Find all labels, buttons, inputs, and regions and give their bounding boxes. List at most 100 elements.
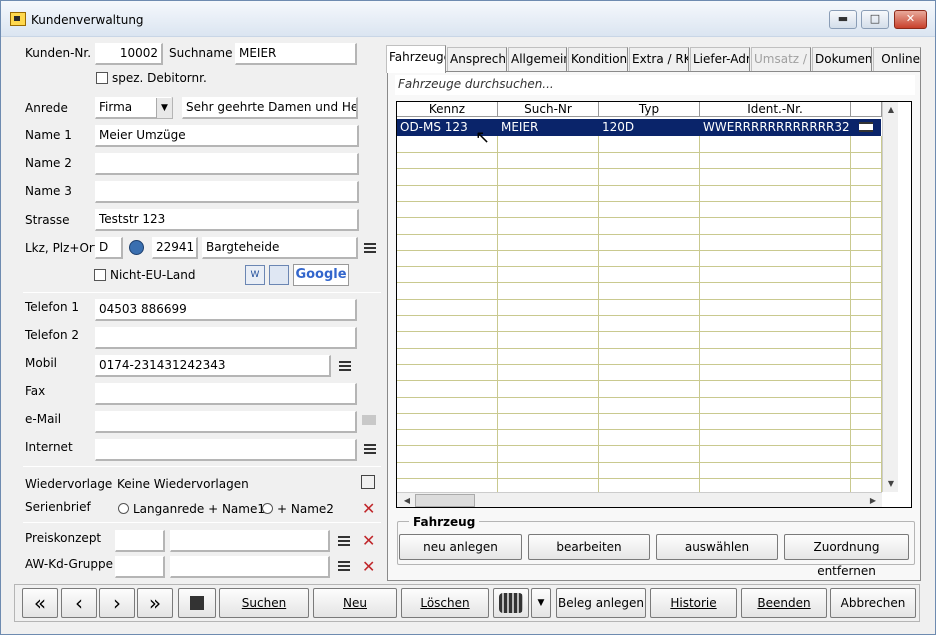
list-icon[interactable] — [859, 122, 873, 132]
tab-konditionen[interactable]: Konditione — [568, 47, 628, 71]
globe-icon[interactable] — [129, 240, 144, 255]
divider — [23, 466, 381, 467]
beenden-button[interactable]: Beenden — [741, 588, 827, 618]
historie-button[interactable]: Historie — [650, 588, 737, 618]
tab-online[interactable]: Online — [873, 47, 921, 71]
table-row[interactable]: OD-MS 123 MEIER 120D WWERRRRRRRRRRRR32 B — [397, 119, 892, 136]
list-icon[interactable] — [364, 444, 376, 454]
scroll-up-icon[interactable]: ▲ — [883, 102, 899, 118]
plz-field[interactable]: 22941 — [152, 237, 198, 259]
preiskonzept-name-field[interactable] — [170, 530, 330, 552]
remove-assignment-button[interactable]: Zuordnung entfernen — [784, 534, 909, 578]
delete-icon[interactable]: ✕ — [362, 559, 375, 575]
name1-label: Name 1 — [25, 128, 72, 142]
google-button[interactable]: Google — [293, 264, 349, 286]
email-field[interactable] — [95, 411, 357, 433]
delete-icon[interactable]: ✕ — [362, 501, 375, 517]
list-icon[interactable] — [364, 243, 376, 253]
name2-radio-label: + Name2 — [277, 502, 334, 516]
cell-typ: 120D — [602, 120, 635, 134]
calendar-icon[interactable] — [361, 475, 375, 489]
scroll-down-icon[interactable]: ▼ — [883, 476, 899, 492]
langanrede-radio[interactable] — [118, 503, 129, 514]
edit-vehicle-button[interactable]: bearbeiten — [528, 534, 650, 560]
anrede-value: Firma — [99, 100, 133, 114]
spez-debitor-checkbox[interactable] — [96, 72, 108, 84]
strasse-field[interactable]: Teststr 123 — [95, 209, 359, 231]
ort-field[interactable]: Bargteheide — [202, 237, 358, 259]
suchname-label: Suchname — [169, 46, 233, 60]
word-icon[interactable]: W — [245, 265, 265, 285]
name3-label: Name 3 — [25, 184, 72, 198]
awkd-name-field[interactable] — [170, 556, 330, 578]
last-record-button[interactable]: » — [137, 588, 173, 618]
maximize-button[interactable]: □ — [861, 10, 889, 29]
scroll-thumb[interactable] — [415, 494, 475, 507]
select-vehicle-button[interactable]: auswählen — [656, 534, 778, 560]
save-button[interactable] — [178, 588, 216, 618]
tab-fahrzeuge[interactable]: Fahrzeuge — [386, 45, 446, 73]
telefon2-field[interactable] — [95, 327, 357, 349]
tab-extra-rki[interactable]: Extra / RKI — [629, 47, 689, 71]
tab-dokumente[interactable]: Dokument — [812, 47, 872, 71]
column-header-kennz[interactable]: Kennz — [397, 102, 498, 117]
telefon1-label: Telefon 1 — [25, 300, 80, 314]
cell-ident: WWERRRRRRRRRRRR32 — [703, 120, 849, 134]
nicht-eu-checkbox[interactable] — [94, 269, 106, 281]
kunden-nr-label: Kunden-Nr. — [25, 46, 92, 60]
tab-ansprechpartner[interactable]: Ansprechp — [447, 47, 507, 71]
list-icon[interactable] — [339, 361, 351, 371]
name1-field[interactable]: Meier Umzüge — [95, 125, 359, 147]
column-header-such-nr[interactable]: Such-Nr — [498, 102, 599, 117]
email-label: e-Mail — [25, 412, 62, 426]
horizontal-scrollbar[interactable]: ◀ ▶ — [397, 492, 882, 507]
search-button[interactable]: Suchen — [219, 588, 309, 618]
kunden-nr-field[interactable]: 10002 — [95, 43, 163, 65]
mail-icon[interactable] — [362, 415, 376, 425]
column-header-ident-nr[interactable]: Ident.-Nr. — [700, 102, 851, 117]
tab-liefer-adr[interactable]: Liefer-Adr — [690, 47, 750, 71]
beleg-anlegen-button[interactable]: Beleg anlegen — [556, 588, 646, 618]
previous-record-button[interactable]: ‹ — [61, 588, 97, 618]
preiskonzept-code-field[interactable] — [115, 530, 165, 552]
name2-field[interactable] — [95, 153, 359, 175]
tab-allgemein[interactable]: Allgemein — [508, 47, 567, 71]
document-icon[interactable] — [269, 265, 289, 285]
fax-field[interactable] — [95, 383, 357, 405]
suchname-field[interactable]: MEIER — [235, 43, 357, 65]
delete-button[interactable]: Löschen — [401, 588, 489, 618]
close-button[interactable]: ✕ — [894, 10, 927, 29]
telefon1-field[interactable]: 04503 886699 — [95, 299, 357, 321]
abbrechen-button[interactable]: Abbrechen — [830, 588, 916, 618]
mobil-field[interactable]: 0174-231431242343 — [95, 355, 331, 377]
tab-umsatz: Umsatz / I — [751, 47, 811, 71]
tire-button[interactable] — [493, 588, 529, 618]
next-record-button[interactable]: › — [99, 588, 135, 618]
awkd-code-field[interactable] — [115, 556, 165, 578]
name3-field[interactable] — [95, 181, 359, 203]
internet-field[interactable] — [95, 439, 357, 461]
vehicle-search-input[interactable]: Fahrzeuge durchsuchen... — [395, 75, 915, 95]
name2-radio[interactable] — [262, 503, 273, 514]
nicht-eu-label: Nicht-EU-Land — [110, 268, 196, 282]
serienbrief-label: Serienbrief — [25, 500, 91, 514]
scroll-right-icon[interactable]: ▶ — [865, 493, 881, 507]
vertical-scrollbar[interactable]: ▲ ▼ — [882, 102, 898, 492]
delete-icon[interactable]: ✕ — [362, 533, 375, 549]
list-icon[interactable] — [338, 561, 350, 571]
minimize-button[interactable]: ▬ — [829, 10, 857, 29]
column-header-blank[interactable] — [851, 102, 882, 117]
lkz-field[interactable]: D — [95, 237, 123, 259]
list-icon[interactable] — [338, 536, 350, 546]
scroll-left-icon[interactable]: ◀ — [399, 493, 415, 507]
chevron-down-icon[interactable]: ▼ — [531, 588, 551, 618]
new-button[interactable]: Neu — [313, 588, 397, 618]
new-vehicle-button[interactable]: neu anlegen — [399, 534, 522, 560]
chevron-down-icon[interactable]: ▼ — [156, 98, 172, 118]
column-header-typ[interactable]: Typ — [599, 102, 700, 117]
first-record-button[interactable]: « — [22, 588, 58, 618]
briefanrede-field[interactable]: Sehr geehrte Damen und Herre — [182, 97, 358, 119]
save-icon — [190, 596, 204, 610]
app-icon — [10, 12, 26, 26]
awkd-label: AW-Kd-Gruppe — [25, 557, 113, 571]
